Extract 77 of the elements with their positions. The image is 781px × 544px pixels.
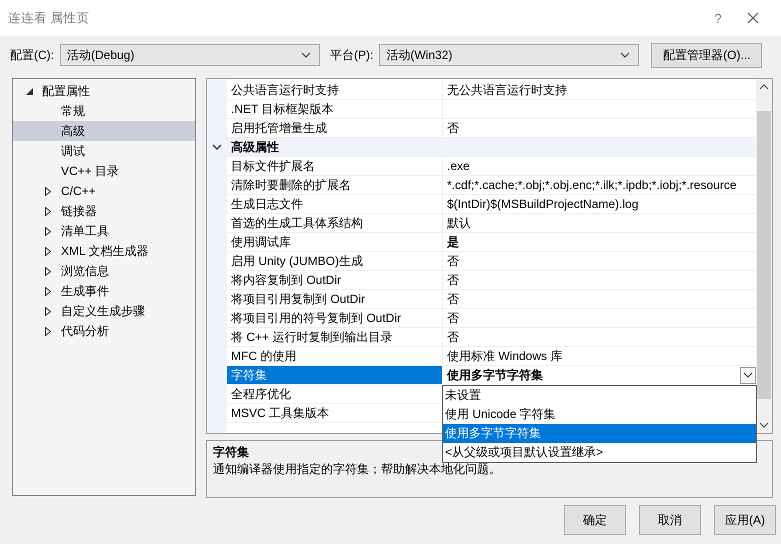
caret-icon <box>743 372 753 378</box>
property-value: 否 <box>447 310 459 326</box>
config-dropdown[interactable]: 活动(Debug) <box>60 44 320 66</box>
property-name[interactable]: MFC 的使用 <box>227 347 443 365</box>
property-name[interactable]: 目标文件扩展名 <box>227 157 443 175</box>
dialog-button[interactable]: 确定 <box>564 505 626 535</box>
property-name[interactable]: .NET 目标框架版本 <box>227 100 443 118</box>
property-value: 否 <box>447 290 459 308</box>
config-manager-button[interactable]: 配置管理器(O)... <box>651 42 762 68</box>
property-name[interactable]: 字符集 <box>227 366 443 384</box>
category-name: 高级属性 <box>230 138 279 156</box>
collapsed-triangle-icon[interactable] <box>45 226 51 236</box>
tree-item[interactable]: 常规 <box>13 101 195 121</box>
tree-item[interactable]: 调试 <box>13 141 195 161</box>
tree-item[interactable]: C/C++ <box>13 181 195 201</box>
tree-item[interactable]: 清单工具 <box>13 221 195 241</box>
dropdown-button[interactable] <box>740 366 756 384</box>
property-name[interactable]: 首选的生成工具体系结构 <box>227 214 443 232</box>
property-value: .exe <box>447 159 470 173</box>
property-name[interactable]: 启用托管增量生成 <box>227 119 443 137</box>
property-name[interactable]: 将内容复制到 OutDir <box>227 271 443 289</box>
dropdown-option[interactable]: 使用 Unicode 字符集 <box>443 405 756 424</box>
collapsed-triangle-icon[interactable] <box>45 266 51 276</box>
collapsed-triangle-icon[interactable] <box>45 186 51 196</box>
property-value: 是 <box>447 234 459 250</box>
collapsed-triangle-icon[interactable] <box>45 286 51 296</box>
property-name[interactable]: 清除时要删除的扩展名 <box>227 176 443 194</box>
platform-dropdown[interactable]: 活动(Win32) <box>379 44 640 66</box>
property-name[interactable]: 启用 Unity (JUMBO)生成 <box>227 252 443 270</box>
window-title: 连连看 属性页 <box>8 10 90 26</box>
description-title: 字符集 <box>213 444 249 462</box>
collapsed-triangle-icon[interactable] <box>45 326 51 336</box>
scrollbar[interactable] <box>756 79 772 434</box>
dropdown-option[interactable]: 使用多字节字符集 <box>443 424 756 443</box>
caret-icon <box>301 52 311 58</box>
caret-icon <box>620 52 630 58</box>
config-label: 配置(C): <box>10 46 54 64</box>
dropdown-option[interactable]: 未设置 <box>443 386 756 405</box>
property-value: 否 <box>447 328 459 346</box>
chevron-down-icon[interactable] <box>212 144 222 150</box>
property-value: *.cdf;*.cache;*.obj;*.obj.enc;*.ilk;*.ipdb;*.iobj;*.resource <box>447 178 736 192</box>
tree-item[interactable]: XML 文档生成器 <box>13 241 195 261</box>
collapsed-triangle-icon[interactable] <box>45 206 51 216</box>
tree-item[interactable]: 配置属性 <box>13 81 195 101</box>
dialog-button[interactable]: 取消 <box>639 505 701 535</box>
property-name[interactable]: 将 C++ 运行时复制到输出目录 <box>227 328 443 346</box>
tree-item[interactable]: VC++ 目录 <box>13 161 195 181</box>
scroll-up-icon[interactable] <box>759 84 769 90</box>
property-name[interactable]: 将项目引用复制到 OutDir <box>227 290 443 308</box>
tree-item[interactable]: 高级 <box>13 121 195 141</box>
tree-item[interactable]: 代码分析 <box>13 321 195 341</box>
property-name[interactable]: 将项目引用的符号复制到 OutDir <box>227 309 443 327</box>
tree-item[interactable]: 自定义生成步骤 <box>13 301 195 321</box>
collapsed-triangle-icon[interactable] <box>45 246 51 256</box>
help-button[interactable]: ? <box>703 10 733 26</box>
dropdown-option[interactable]: <从父级或项目默认设置继承> <box>443 443 756 462</box>
tree-item[interactable]: 链接器 <box>13 201 195 221</box>
tree-item[interactable]: 浏览信息 <box>13 261 195 281</box>
platform-label: 平台(P): <box>330 46 374 64</box>
property-value: 否 <box>447 272 459 288</box>
property-value: 使用多字节字符集 <box>447 366 543 384</box>
property-name[interactable]: 使用调试库 <box>227 233 443 251</box>
scroll-down-icon[interactable] <box>759 422 769 428</box>
category-row[interactable]: 高级属性 <box>207 138 756 157</box>
tree-item[interactable]: 生成事件 <box>13 281 195 301</box>
property-value: 默认 <box>447 214 471 232</box>
property-value: 否 <box>447 120 459 136</box>
property-value: 否 <box>447 252 459 270</box>
property-name[interactable]: 生成日志文件 <box>227 195 443 213</box>
property-value: $(IntDir)$(MSBuildProjectName).log <box>447 197 638 211</box>
collapsed-triangle-icon[interactable] <box>45 306 51 316</box>
property-name[interactable]: 公共语言运行时支持 <box>227 81 443 99</box>
description-text: 通知编译器使用指定的字符集；帮助解决本地化问题。 <box>213 461 502 478</box>
expanded-triangle-icon[interactable] <box>26 88 32 94</box>
property-value: 使用标准 Windows 库 <box>447 348 562 364</box>
dialog-button[interactable]: 应用(A) <box>714 505 776 535</box>
property-value: 无公共语言运行时支持 <box>447 82 567 98</box>
